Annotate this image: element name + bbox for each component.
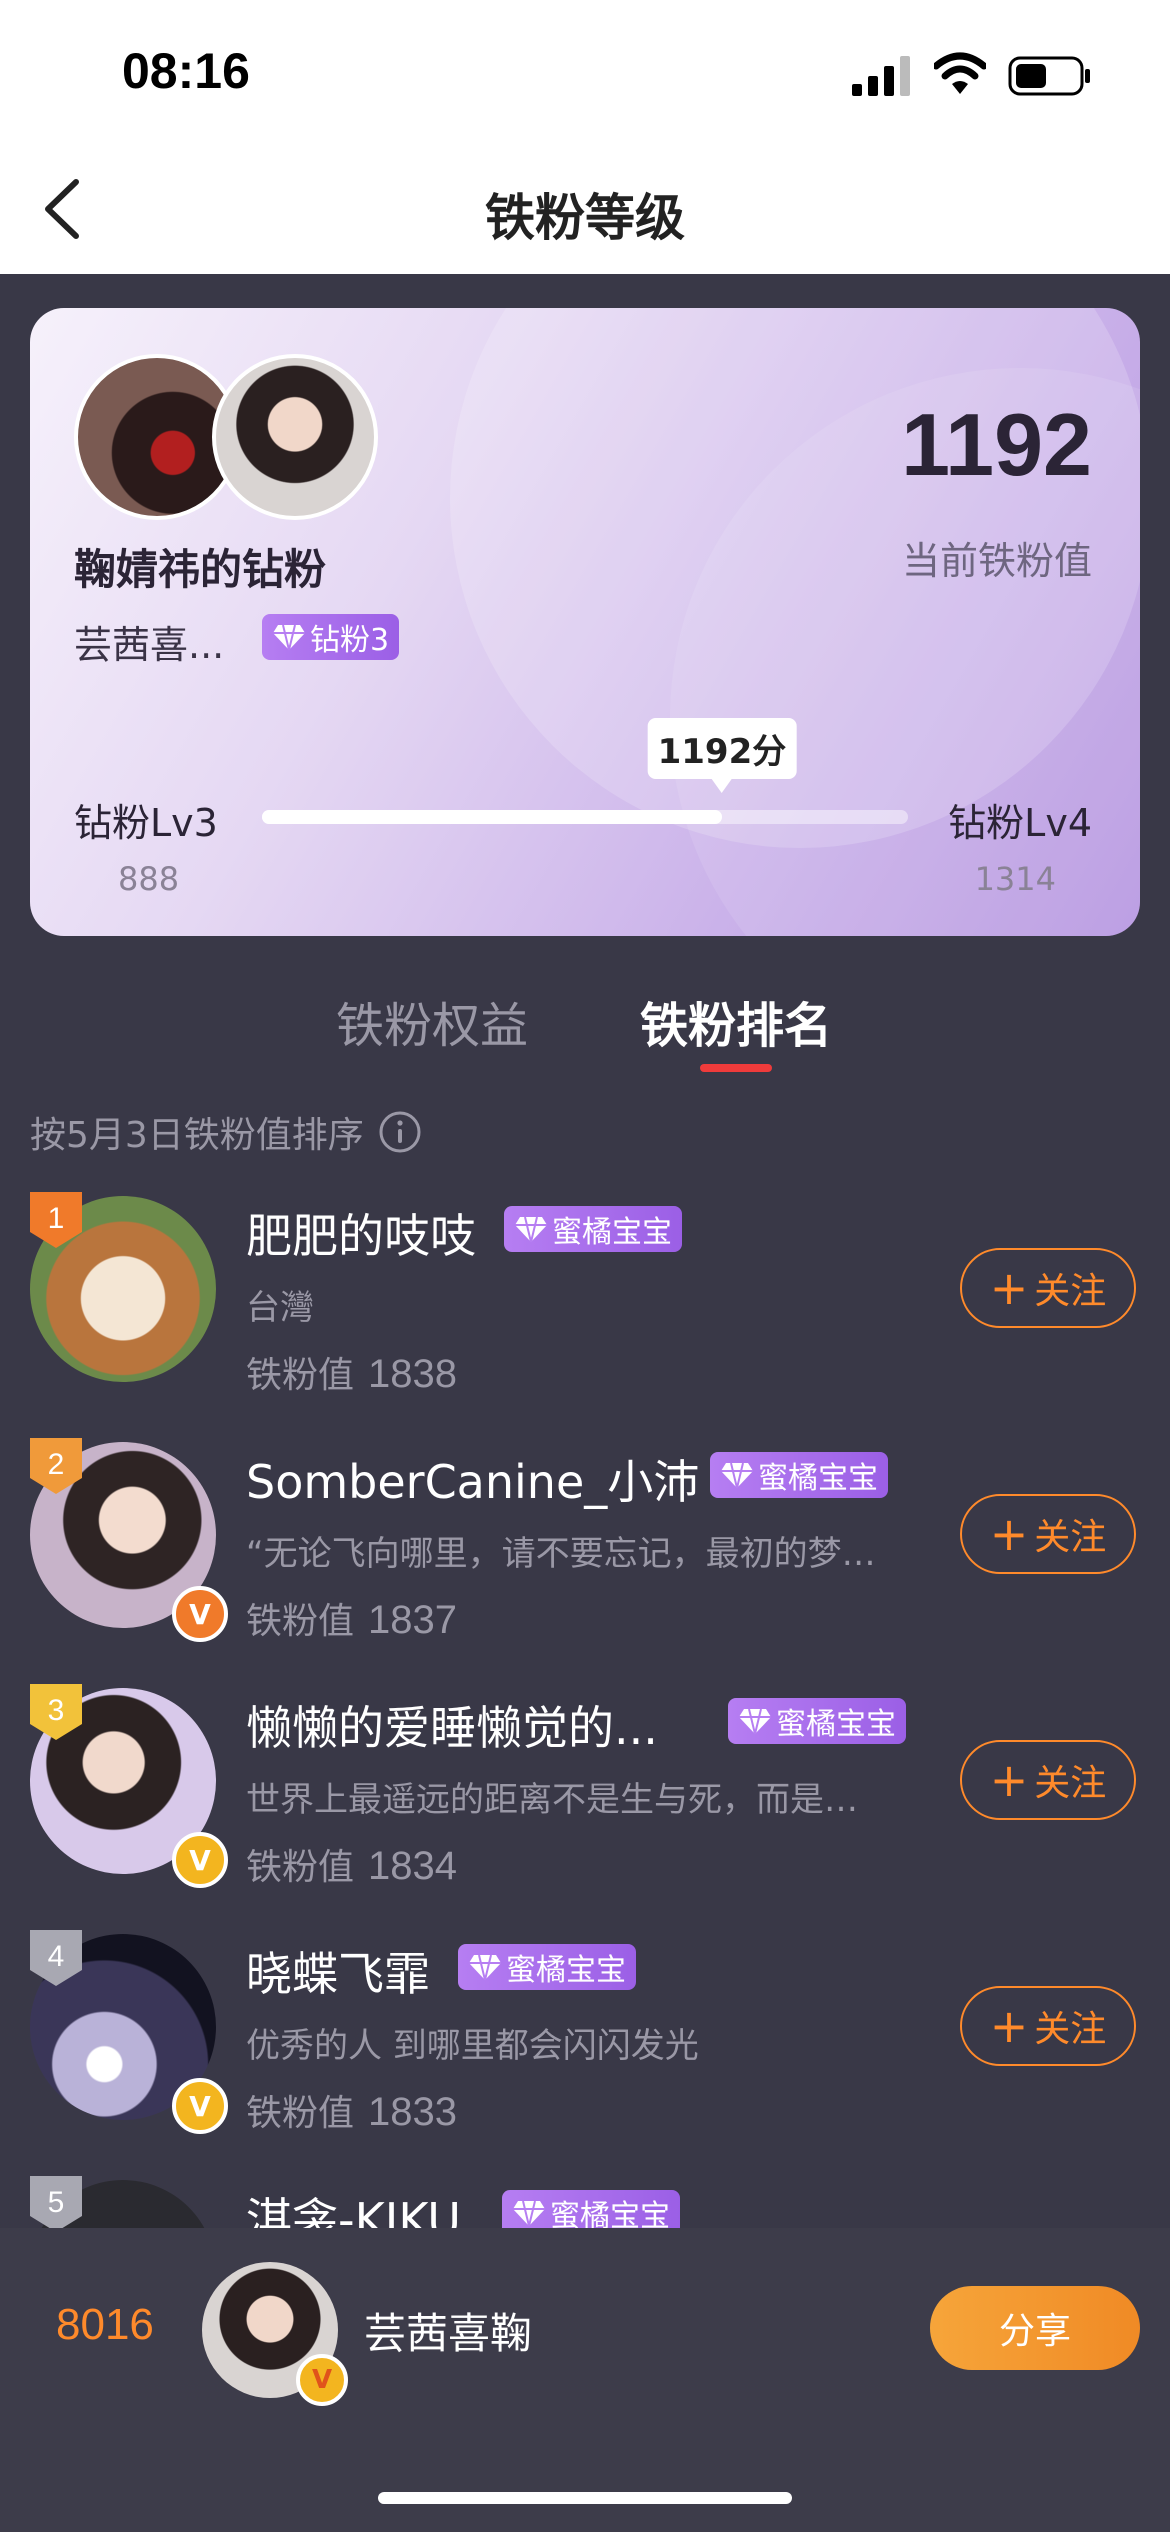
tab-ranking[interactable]: 铁粉排名 (640, 986, 832, 1056)
follow-button[interactable]: + 关注 (960, 1986, 1136, 2066)
rank-number: 2 (48, 1448, 65, 1481)
follow-label: 关注 (1034, 1517, 1107, 1558)
wifi-icon (934, 52, 986, 94)
follow-button[interactable]: + 关注 (960, 1248, 1136, 1328)
rank-number: 1 (48, 1202, 65, 1235)
tab-bar: 铁粉权益 铁粉排名 (0, 976, 1170, 1086)
user-name[interactable]: SomberCanine_小沛 (246, 1446, 699, 1512)
rank-badge-icon: 4 (30, 1930, 82, 1986)
current-score: 1192 (901, 395, 1092, 494)
rank-number: 5 (48, 2186, 65, 2219)
fan-score-value: 1837 (368, 1598, 457, 1642)
verified-icon: V (296, 2354, 348, 2406)
fan-badge: 蜜橘宝宝 (710, 1452, 888, 1498)
my-rank-number: 8016 (56, 2300, 154, 2349)
diamond-icon (515, 1216, 547, 1243)
status-time: 08:16 (122, 43, 250, 99)
user-description: 世界上最遥远的距离不是生与死，而是… (246, 1780, 858, 1820)
sort-note: 按5月3日铁粉值排序 (30, 1106, 422, 1158)
fan-badge-label: 蜜橘宝宝 (552, 1215, 672, 1250)
fan-badge-label: 蜜橘宝宝 (758, 1461, 878, 1496)
level-progress-track (262, 810, 908, 824)
user-name[interactable]: 肥肥的吱吱 (246, 1200, 476, 1266)
info-icon[interactable] (378, 1110, 422, 1154)
follow-label: 关注 (1034, 2009, 1107, 2050)
fan-badge: 蜜橘宝宝 (458, 1944, 636, 1990)
verified-icon: V (172, 1586, 228, 1642)
ranking-row[interactable]: 1 肥肥的吱吱 蜜橘宝宝 台灣 铁粉值 1838 + 关注 (0, 1192, 1170, 1436)
plus-icon: + (989, 1999, 1029, 2053)
ranking-row[interactable]: 2 V SomberCanine_小沛 蜜橘宝宝 “无论飞向哪里，请不要忘记，最… (0, 1438, 1170, 1682)
fan-score: 铁粉值 1834 (246, 1838, 457, 1890)
verified-icon: V (172, 1832, 228, 1888)
fan-score-label: 铁粉值 (246, 1355, 355, 1396)
active-tab-indicator (700, 1064, 772, 1072)
signal-icon (852, 56, 910, 96)
page-title: 铁粉等级 (485, 189, 685, 247)
home-indicator[interactable] (378, 2492, 792, 2504)
status-bar: 08:16 (0, 0, 1170, 150)
follow-label: 关注 (1034, 1271, 1107, 1312)
current-score-label: 当前铁粉值 (901, 539, 1092, 583)
rank-badge-icon: 5 (30, 2176, 82, 2232)
follow-label: 关注 (1034, 1763, 1107, 1804)
fan-score-label: 铁粉值 (246, 1847, 355, 1888)
card-title: 鞠婧祎的钻粉 (74, 545, 327, 594)
fan-badge: 蜜橘宝宝 (504, 1206, 682, 1252)
current-level-min: 888 (118, 860, 180, 898)
current-level-label: 钻粉Lv3 (74, 801, 218, 845)
user-description: “无论飞向哪里，请不要忘记，最初的梦… (246, 1534, 876, 1574)
fan-score-label: 铁粉值 (246, 1601, 355, 1642)
fan-score: 铁粉值 1833 (246, 2084, 457, 2136)
my-rank-bar: 8016 V 芸茜喜鞠 分享 (0, 2228, 1170, 2532)
rank-number: 4 (48, 1940, 65, 1973)
user-name[interactable]: 晓蝶飞霏 (246, 1938, 430, 2004)
tab-benefits[interactable]: 铁粉权益 (336, 986, 528, 1056)
follow-button[interactable]: + 关注 (960, 1740, 1136, 1820)
next-level-label: 钻粉Lv4 (948, 801, 1092, 845)
user-description: 台灣 (246, 1288, 314, 1328)
fan-score-value: 1834 (368, 1844, 457, 1888)
progress-tooltip: 1192分 (647, 718, 797, 793)
battery-icon (1008, 56, 1090, 96)
diamond-icon (469, 1954, 501, 1981)
level-progress-fill (262, 810, 722, 824)
card-username: 芸茜喜... (74, 623, 225, 667)
follow-button[interactable]: + 关注 (960, 1494, 1136, 1574)
fan-level-card: 鞠婧祎的钻粉 芸茜喜... 钻粉3 1192 当前铁粉值 1192分 钻粉Lv3… (30, 308, 1140, 936)
fan-badge-label: 蜜橘宝宝 (776, 1707, 896, 1742)
fan-score-value: 1833 (368, 2090, 457, 2134)
diamond-icon (739, 1708, 771, 1735)
ranking-row[interactable]: 3 V 懒懒的爱睡懒觉的... 蜜橘宝宝 世界上最遥远的距离不是生与死，而是… … (0, 1684, 1170, 1928)
idol-avatar (212, 354, 378, 520)
fan-score: 铁粉值 1838 (246, 1346, 457, 1398)
verified-icon: V (172, 2078, 228, 2134)
diamond-icon (273, 624, 305, 651)
ranking-row[interactable]: 4 V 晓蝶飞霏 蜜橘宝宝 优秀的人 到哪里都会闪闪发光 铁粉值 1833 + 关注 (0, 1930, 1170, 2174)
diamond-icon (721, 1462, 753, 1489)
nav-bar: 铁粉等级 (0, 150, 1170, 274)
user-description: 优秀的人 到哪里都会闪闪发光 (246, 2026, 699, 2066)
sort-note-text: 按5月3日铁粉值排序 (30, 1115, 364, 1156)
plus-icon: + (989, 1753, 1029, 1807)
rank-badge-icon: 3 (30, 1684, 82, 1740)
fan-badge: 蜜橘宝宝 (728, 1698, 906, 1744)
fan-score-value: 1838 (368, 1352, 457, 1396)
fan-level-badge-label: 钻粉3 (310, 623, 390, 658)
my-name: 芸茜喜鞠 (364, 2309, 533, 2358)
plus-icon: + (989, 1507, 1029, 1561)
rank-badge-icon: 1 (30, 1192, 82, 1248)
fan-score-label: 铁粉值 (246, 2093, 355, 2134)
next-level-min: 1314 (974, 860, 1056, 898)
fan-level-badge: 钻粉3 (262, 614, 400, 660)
rank-number: 3 (48, 1694, 65, 1727)
user-name[interactable]: 懒懒的爱睡懒觉的... (246, 1692, 658, 1758)
plus-icon: + (989, 1261, 1029, 1315)
fan-score: 铁粉值 1837 (246, 1592, 457, 1644)
fan-badge-label: 蜜橘宝宝 (506, 1953, 626, 1988)
share-button[interactable]: 分享 (930, 2286, 1140, 2370)
diamond-icon (513, 2200, 545, 2227)
rank-badge-icon: 2 (30, 1438, 82, 1494)
